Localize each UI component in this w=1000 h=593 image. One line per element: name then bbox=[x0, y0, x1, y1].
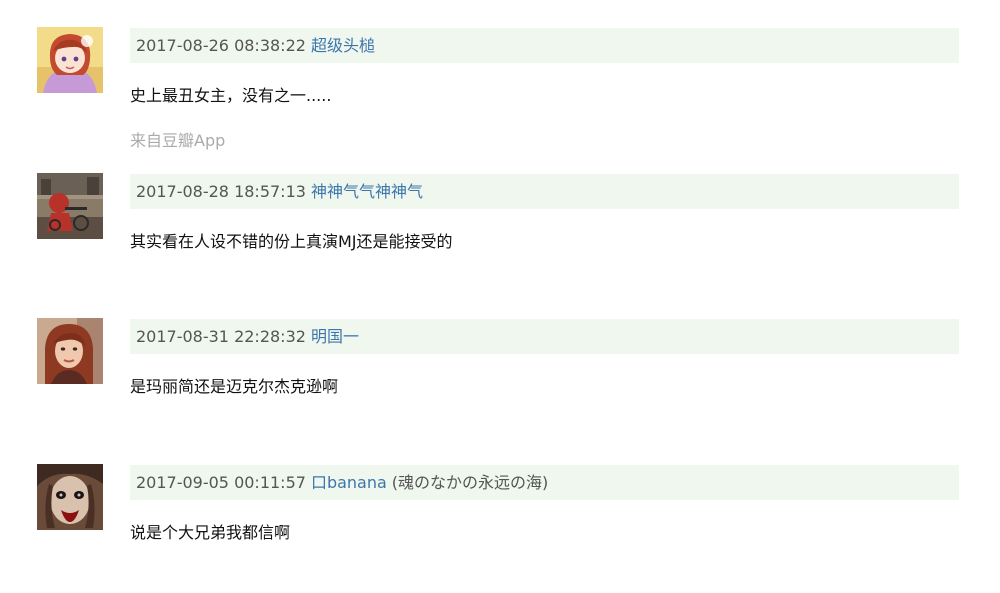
comment-meta-bar: 2017-08-28 18:57:13 神神气气神神气 bbox=[130, 174, 959, 209]
comment-meta-bar: 2017-08-26 08:38:22 超级头槌 bbox=[130, 28, 959, 63]
comment-meta-bar: 2017-08-31 22:28:32 明国一 bbox=[130, 319, 959, 354]
comment-meta-bar: 2017-09-05 00:11:57 口banana (魂のなかの永远の海) bbox=[130, 465, 959, 500]
comment-user-location: (魂のなかの永远の海) bbox=[391, 473, 549, 492]
comment-text: 说是个大兄弟我都信啊 bbox=[130, 523, 291, 542]
comment-item: 2017-08-26 08:38:22 超级头槌 史上最丑女主，没有之一.....… bbox=[0, 0, 1000, 150]
comment-text: 其实看在人设不错的份上真演MJ还是能接受的 bbox=[130, 232, 453, 251]
user-avatar[interactable] bbox=[37, 27, 103, 93]
comment-list: 2017-08-26 08:38:22 超级头槌 史上最丑女主，没有之一.....… bbox=[0, 0, 1000, 593]
comment-text: 史上最丑女主，没有之一..... bbox=[130, 86, 332, 105]
user-avatar[interactable] bbox=[37, 173, 103, 239]
comment-timestamp: 2017-08-31 22:28:32 bbox=[136, 327, 306, 346]
avatar-icon bbox=[37, 464, 103, 530]
user-avatar[interactable] bbox=[37, 464, 103, 530]
comment-timestamp: 2017-09-05 00:11:57 bbox=[136, 473, 306, 492]
user-avatar[interactable] bbox=[37, 318, 103, 384]
comment-timestamp: 2017-08-26 08:38:22 bbox=[136, 36, 306, 55]
avatar-icon bbox=[37, 27, 103, 93]
avatar-icon bbox=[37, 173, 103, 239]
comment-username-link[interactable]: 明国一 bbox=[311, 327, 359, 346]
comment-item: 2017-08-28 18:57:13 神神气气神神气 其实看在人设不错的份上真演… bbox=[0, 146, 1000, 276]
comment-item: 2017-08-31 22:28:32 明国一 是玛丽简还是迈克尔杰克逊啊 bbox=[0, 291, 1000, 421]
comment-item: 2017-09-05 00:11:57 口banana (魂のなかの永远の海) 说是… bbox=[0, 437, 1000, 567]
comment-text: 是玛丽简还是迈克尔杰克逊啊 bbox=[130, 377, 339, 396]
comment-username-link[interactable]: 超级头槌 bbox=[311, 36, 375, 55]
avatar-icon bbox=[37, 318, 103, 384]
comment-username-link[interactable]: 神神气气神神气 bbox=[311, 182, 423, 201]
comment-timestamp: 2017-08-28 18:57:13 bbox=[136, 182, 306, 201]
comment-username-link[interactable]: 口banana bbox=[311, 473, 387, 492]
